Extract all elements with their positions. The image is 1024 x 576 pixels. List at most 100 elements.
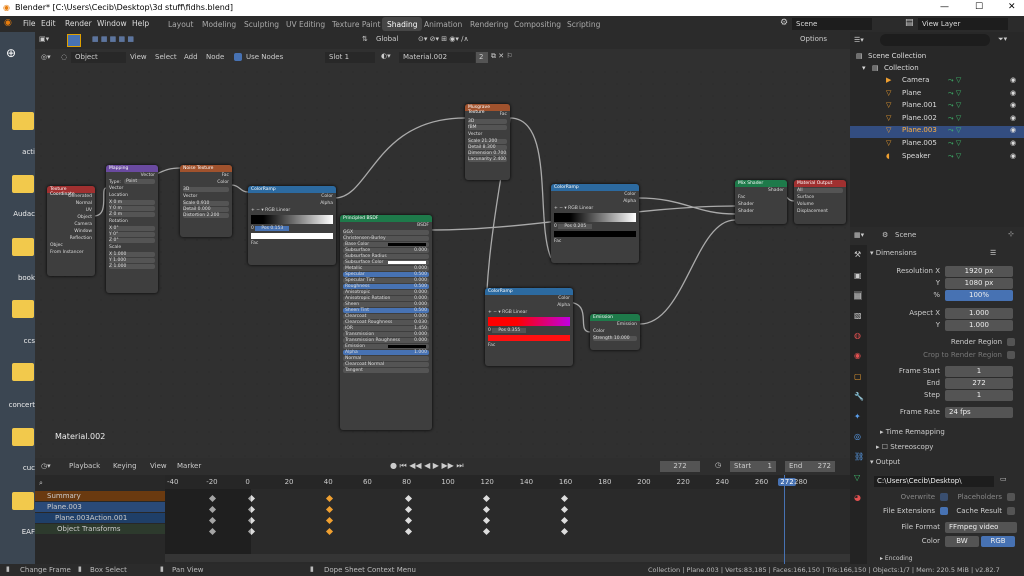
- data-icons[interactable]: ⤳ ▽: [948, 76, 961, 85]
- view-layer-tab-icon[interactable]: ▧: [854, 311, 862, 320]
- dope-sheet-scrollbar[interactable]: [165, 554, 850, 562]
- rotation-z[interactable]: Z 0°: [109, 238, 155, 243]
- presets-icon[interactable]: ☰: [990, 249, 996, 257]
- bsdf-input-row[interactable]: Metallic 0.000: [343, 266, 429, 271]
- interpolation[interactable]: Linear: [513, 310, 527, 315]
- location-y[interactable]: Y 0 m: [109, 206, 155, 211]
- bsdf-input-row[interactable]: Subsurface Radius: [343, 254, 429, 259]
- color-rgb-button[interactable]: RGB: [981, 536, 1015, 547]
- visibility-eye-icon[interactable]: ◉: [1010, 126, 1016, 134]
- detail-field[interactable]: Detail 0.000: [183, 207, 229, 212]
- node-color-ramp-2[interactable]: ColorRamp Color Alpha + − ▾ RGB Linear 0…: [551, 184, 639, 263]
- keyframe[interactable]: [561, 527, 569, 536]
- placeholders-checkbox[interactable]: [1007, 493, 1015, 501]
- minimize-button[interactable]: —: [940, 2, 949, 12]
- channel-object-transforms[interactable]: Object Transforms: [35, 524, 165, 534]
- location-x[interactable]: X 0 m: [109, 200, 155, 205]
- world-tab-icon[interactable]: ◉: [854, 351, 861, 360]
- frame-end-field[interactable]: 272: [945, 378, 1013, 389]
- data-icons[interactable]: ⤳ ▽: [948, 152, 961, 161]
- keyframe[interactable]: [404, 494, 412, 503]
- node-material-output[interactable]: Material Output All Surface Volume Displ…: [794, 180, 846, 224]
- resolution-y-field[interactable]: 1080 px: [945, 278, 1013, 289]
- output-panel-header[interactable]: ▾ Output: [870, 458, 900, 466]
- overwrite-checkbox[interactable]: [940, 493, 948, 501]
- dimensions-dropdown[interactable]: 3D: [183, 187, 229, 192]
- subsurface-method-dropdown[interactable]: Christensen-Burley: [343, 236, 429, 241]
- menu-file[interactable]: File: [23, 19, 36, 28]
- tab-texture-paint[interactable]: Texture Paint: [327, 17, 385, 31]
- folder-icon[interactable]: [12, 175, 34, 193]
- stop-position[interactable]: Pos 0.355: [492, 328, 527, 333]
- keyframe[interactable]: [404, 527, 412, 536]
- resolution-percent-field[interactable]: 100%: [945, 290, 1013, 301]
- rotation-x[interactable]: X 0°: [109, 226, 155, 231]
- gradient-bar[interactable]: [554, 213, 636, 222]
- file-format-dropdown[interactable]: FFmpeg video: [945, 522, 1017, 533]
- select-tool-icon[interactable]: [67, 34, 81, 47]
- distribution-dropdown[interactable]: GGX: [343, 230, 429, 235]
- maximize-button[interactable]: ☐: [975, 2, 983, 12]
- stop-position[interactable]: Pos 0.153: [255, 226, 290, 231]
- tab-compositing[interactable]: Compositing: [509, 17, 566, 31]
- keyframe[interactable]: [561, 494, 569, 503]
- menu-add[interactable]: Add: [184, 53, 198, 61]
- ramp-controls[interactable]: + − ▾ RGB Linear: [485, 309, 573, 316]
- playhead[interactable]: [784, 475, 786, 564]
- scale-x[interactable]: X 1.000: [109, 252, 155, 257]
- color-swatch[interactable]: [388, 345, 426, 348]
- menu-window[interactable]: Window: [97, 19, 127, 28]
- menu-playback[interactable]: Playback: [69, 462, 100, 470]
- slot-dropdown[interactable]: Slot 1: [325, 52, 375, 63]
- ramp-controls[interactable]: + − ▾ RGB Linear: [248, 207, 336, 214]
- bsdf-input-row[interactable]: Clearcoat 0.000: [343, 314, 429, 319]
- bsdf-input-row[interactable]: Tangent: [343, 368, 429, 373]
- menu-keying[interactable]: Keying: [113, 462, 137, 470]
- bsdf-input-row[interactable]: Specular Tint 0.000: [343, 278, 429, 283]
- target-dropdown[interactable]: All: [797, 188, 843, 193]
- color-mode[interactable]: RGB: [265, 208, 275, 213]
- data-icons[interactable]: ⤳ ▽: [948, 114, 961, 123]
- menu-marker[interactable]: Marker: [177, 462, 201, 470]
- menu-help[interactable]: Help: [132, 19, 149, 28]
- stop-index[interactable]: 0: [488, 328, 491, 333]
- shader-type-dropdown[interactable]: Object: [71, 52, 126, 63]
- keyframe[interactable]: [561, 505, 569, 514]
- playback-controls[interactable]: ● ⏮ ◀◀ ◀ ▶ ▶▶ ⏭: [390, 461, 464, 471]
- menu-render[interactable]: Render: [65, 19, 92, 28]
- tab-uv-editing[interactable]: UV Editing: [281, 17, 330, 31]
- keyframe[interactable]: [326, 527, 334, 536]
- frame-step-field[interactable]: 1: [945, 390, 1013, 401]
- tool-tab-icon[interactable]: ⚒: [854, 250, 861, 259]
- material-name-field[interactable]: Material.002: [399, 52, 475, 63]
- view-layer-field[interactable]: View Layer: [918, 18, 1008, 30]
- material-tab-icon[interactable]: ◕: [854, 493, 861, 502]
- bsdf-input-row[interactable]: Subsurface Color: [343, 260, 429, 265]
- interpolation[interactable]: Linear: [276, 208, 290, 213]
- time-remapping-panel[interactable]: ▸ Time Remapping: [880, 428, 945, 436]
- tab-shading[interactable]: Shading: [382, 17, 423, 31]
- bsdf-input-row[interactable]: Anisotropic Rotation 0.000: [343, 296, 429, 301]
- clock-icon[interactable]: ◷: [715, 461, 721, 469]
- filter-icon[interactable]: ⏷▾: [998, 35, 1007, 44]
- node-principled-bsdf[interactable]: Principled BSDF BSDF GGX Christensen-Bur…: [340, 215, 432, 430]
- pin-icon[interactable]: ⊹: [1008, 230, 1014, 238]
- menu-view[interactable]: View: [130, 53, 147, 61]
- node-mix-shader[interactable]: Mix Shader Shader Fac Shader Shader: [735, 180, 787, 224]
- resolution-x-field[interactable]: 1920 px: [945, 266, 1013, 277]
- node-noise-texture[interactable]: Noise Texture Fac Color 3D Vector Scale …: [180, 165, 232, 237]
- gradient-bar[interactable]: [251, 215, 333, 224]
- ramp-controls[interactable]: + − ▾ RGB Linear: [551, 205, 639, 212]
- bsdf-input-row[interactable]: Anisotropic 0.000: [343, 290, 429, 295]
- bsdf-input-row[interactable]: Sheen Tint 0.500: [343, 308, 429, 313]
- keyframes-area[interactable]: [165, 489, 850, 564]
- channel-object[interactable]: Plane.003: [35, 502, 165, 512]
- cache-result-checkbox[interactable]: [1007, 507, 1015, 515]
- bsdf-input-row[interactable]: Transmission 0.000: [343, 332, 429, 337]
- visibility-eye-icon[interactable]: ◉: [1010, 101, 1016, 109]
- keyframe[interactable]: [482, 516, 491, 525]
- type-dropdown[interactable]: fBM: [468, 125, 507, 130]
- material-users-count[interactable]: 2: [476, 52, 488, 63]
- keyframe[interactable]: [404, 505, 412, 514]
- visibility-eye-icon[interactable]: ◉: [1010, 114, 1016, 122]
